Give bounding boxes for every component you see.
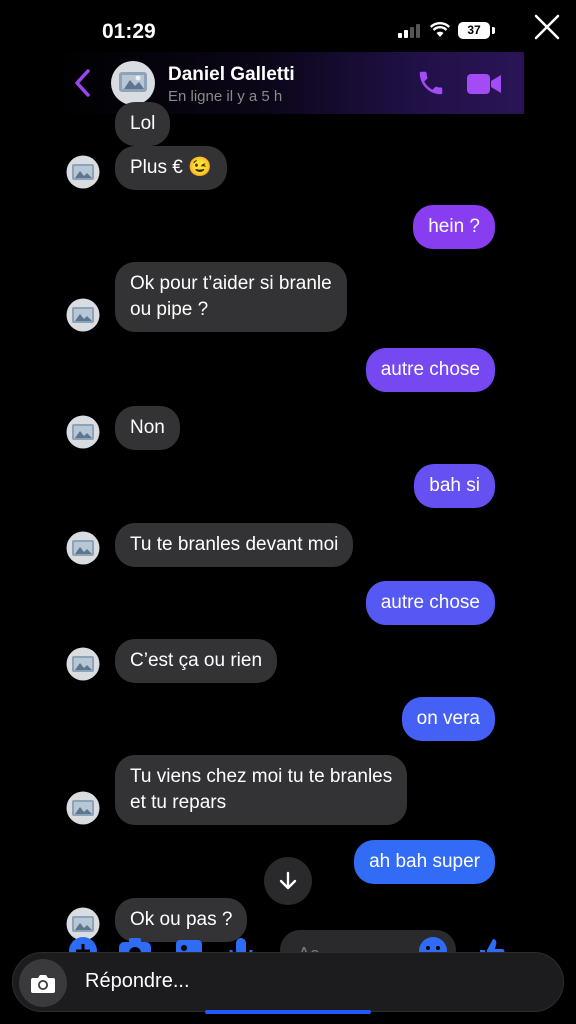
message-text: Ok pour t’aider si branle [130, 273, 332, 294]
incoming-message[interactable]: Non [115, 406, 180, 450]
sender-avatar[interactable] [66, 531, 100, 565]
close-icon[interactable] [533, 13, 561, 41]
message-text: C’est ça ou rien [130, 650, 263, 671]
message-text: Non [130, 417, 165, 438]
messenger-screen: 01:29 37 Daniel Galletti En ligne il y a… [52, 0, 524, 1024]
message-text: Tu viens chez moi tu te branles [130, 766, 393, 787]
sender-avatar[interactable] [66, 155, 100, 189]
back-icon[interactable] [70, 66, 96, 100]
reply-input[interactable]: Répondre... [85, 970, 190, 993]
incoming-message[interactable]: Plus € 😉 [115, 146, 227, 190]
scroll-to-bottom-button[interactable] [264, 857, 312, 905]
message-text: hein ? [428, 216, 480, 237]
outgoing-message[interactable]: on vera [401, 697, 495, 741]
reply-bar[interactable]: Répondre... [12, 952, 564, 1012]
video-icon[interactable] [466, 70, 502, 98]
cellular-signal-icon [398, 24, 420, 38]
message-text: Tu te branles devant moi [130, 534, 339, 555]
message-text: bah si [429, 475, 480, 496]
incoming-message[interactable]: Ok pour t’aider si branle ou pipe ? [115, 262, 347, 332]
status-bar: 01:29 37 [52, 0, 524, 60]
phone-icon[interactable] [416, 68, 446, 98]
message-text: ah bah super [369, 851, 480, 872]
contact-name[interactable]: Daniel Galletti [168, 64, 295, 86]
message-text: Lol [130, 113, 156, 134]
message-text: et tu repars [130, 792, 227, 813]
outgoing-message[interactable]: ah bah super [354, 840, 495, 884]
camera-icon [31, 975, 55, 993]
status-time: 01:29 [102, 20, 156, 43]
outgoing-message[interactable]: autre chose [365, 348, 495, 392]
battery-tip [492, 27, 495, 34]
incoming-message[interactable]: Tu viens chez moi tu te branles et tu rep… [115, 755, 408, 825]
sender-avatar[interactable] [66, 415, 100, 449]
home-indicator [205, 1010, 371, 1014]
incoming-message[interactable]: Tu te branles devant moi [115, 523, 354, 567]
outgoing-message[interactable]: bah si [414, 464, 495, 508]
message-text: autre chose [380, 592, 480, 613]
contact-presence: En ligne il y a 5 h [168, 88, 283, 105]
wifi-icon [430, 22, 450, 37]
incoming-message[interactable]: C’est ça ou rien [115, 639, 278, 683]
message-text: ou pipe ? [130, 299, 209, 320]
sender-avatar[interactable] [66, 298, 100, 332]
outgoing-message[interactable]: hein ? [413, 205, 495, 249]
chevron-down-icon [279, 871, 297, 890]
sender-avatar[interactable] [66, 791, 100, 825]
message-text: autre chose [380, 359, 480, 380]
battery-icon: 37 [458, 22, 490, 39]
message-text: on vera [416, 708, 480, 729]
sender-avatar[interactable] [66, 647, 100, 681]
outgoing-message[interactable]: autre chose [365, 581, 495, 625]
incoming-message[interactable]: Lol [115, 102, 171, 146]
reply-camera-button[interactable] [19, 959, 67, 1007]
message-text: Plus € 😉 [130, 157, 212, 178]
contact-avatar[interactable] [110, 60, 156, 106]
